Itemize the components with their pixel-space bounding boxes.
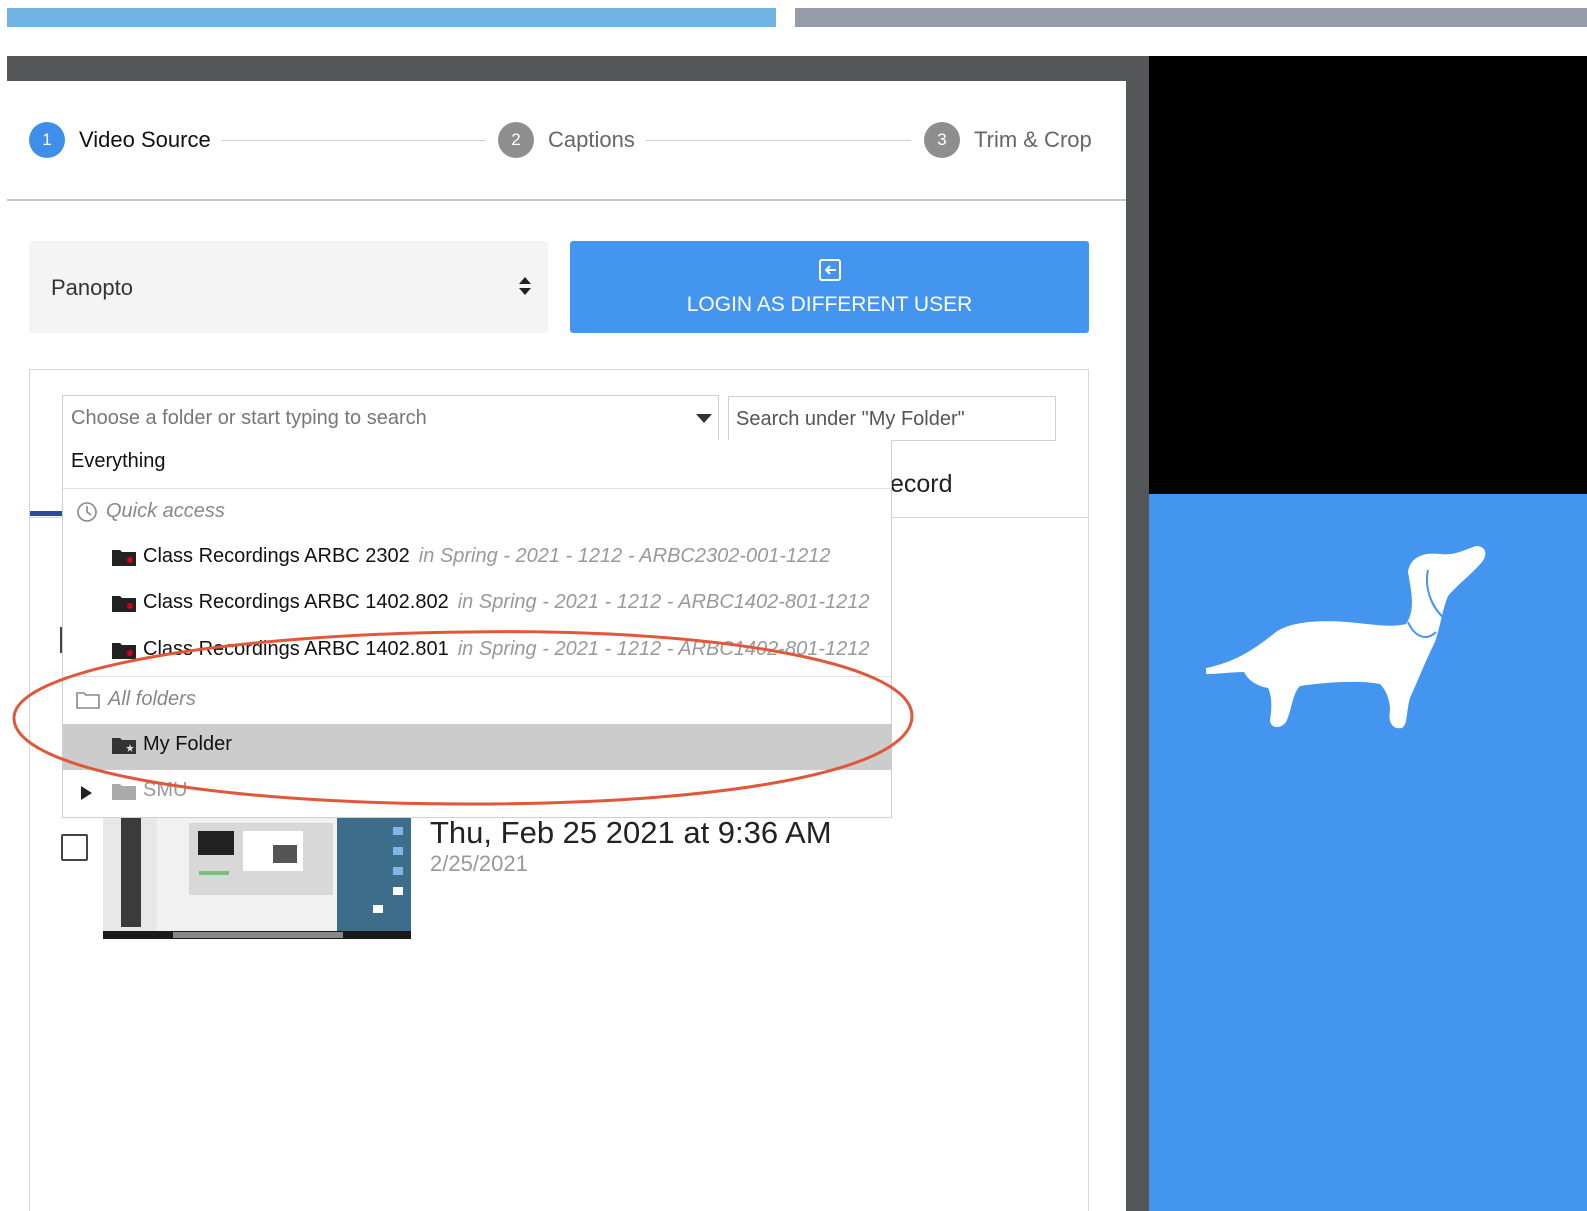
folder-icon — [112, 783, 136, 800]
option-everything[interactable]: Everything — [71, 450, 166, 473]
step-label: Video Source — [79, 127, 211, 152]
folder-dropdown: Everything Quick access Class Recordings… — [62, 440, 892, 818]
folder-path: in Spring - 2021 - 1212 - ARBC1402-801-1… — [457, 591, 870, 613]
recording-checkbox[interactable] — [61, 834, 88, 861]
clock-icon — [77, 501, 97, 522]
step-connector — [646, 140, 911, 141]
step-number: 3 — [924, 122, 960, 158]
login-button-label: LOGIN AS DIFFERENT USER — [686, 293, 973, 316]
my-folder-icon — [112, 737, 136, 754]
folder-name: Class Recordings ARBC 1402.802 — [143, 591, 449, 613]
stepper: 1 Video Source 2 Captions 3 Trim & Crop — [7, 81, 1126, 201]
recording-title[interactable]: Thu, Feb 25 2021 at 9:36 AM — [430, 815, 832, 851]
quick-item-arbc-1402-801[interactable]: Class Recordings ARBC 1402.801 in Spring… — [111, 638, 869, 661]
recording-folder-icon — [112, 642, 136, 659]
top-progress-bar-right — [795, 8, 1587, 27]
step-connector — [221, 140, 486, 141]
dachshund-logo-icon — [1206, 546, 1486, 729]
step-number: 2 — [498, 122, 534, 158]
folder-search-combo[interactable]: Choose a folder or start typing to searc… — [62, 395, 719, 441]
thumbnail-image — [103, 817, 411, 939]
quick-access-header: Quick access — [76, 500, 225, 523]
divider — [63, 676, 891, 677]
login-different-user-button[interactable]: LOGIN AS DIFFERENT USER — [570, 241, 1089, 333]
video-source-value: Panopto — [51, 275, 133, 300]
folder-path: in Spring - 2021 - 1212 - ARBC1402-801-1… — [457, 638, 870, 660]
folder-item-my-folder[interactable]: My Folder — [111, 733, 232, 756]
search-placeholder: Search under "My Folder" — [736, 408, 965, 430]
recording-folder-icon — [112, 549, 136, 566]
folder-name: My Folder — [143, 733, 232, 755]
search-input[interactable]: Search under "My Folder" — [728, 396, 1056, 441]
quick-item-arbc-1402-802[interactable]: Class Recordings ARBC 1402.802 in Spring… — [111, 591, 869, 614]
step-trim-crop[interactable]: 3 Trim & Crop — [924, 122, 1092, 158]
folder-item-smu[interactable]: SMU — [111, 779, 187, 802]
divider — [63, 488, 891, 489]
active-tab-indicator — [30, 511, 64, 516]
caret-down-icon[interactable] — [696, 414, 712, 423]
folder-combo-placeholder: Choose a folder or start typing to searc… — [71, 407, 427, 429]
video-source-select[interactable]: Panopto — [29, 241, 548, 333]
recording-thumbnail[interactable] — [103, 817, 411, 939]
recording-date: 2/25/2021 — [430, 851, 528, 876]
recording-folder-icon — [112, 595, 136, 612]
step-label: Captions — [548, 127, 635, 152]
login-icon — [819, 259, 841, 281]
all-folders-header: All folders — [76, 688, 196, 711]
preview-area-black — [1149, 56, 1587, 494]
step-captions[interactable]: 2 Captions — [498, 122, 635, 158]
step-video-source[interactable]: 1 Video Source — [29, 122, 211, 158]
expand-arrow-icon[interactable] — [81, 786, 92, 800]
top-progress-bar-left — [7, 8, 776, 27]
folder-name: SMU — [143, 779, 188, 801]
select-arrows-icon — [519, 277, 531, 295]
folder-name: Class Recordings ARBC 2302 — [143, 545, 410, 567]
step-number: 1 — [29, 122, 65, 158]
all-folders-label: All folders — [108, 688, 196, 710]
folder-path: in Spring - 2021 - 1212 - ARBC2302-001-1… — [418, 545, 831, 567]
tab-record[interactable]: ecord — [890, 470, 953, 499]
folder-name: Class Recordings ARBC 1402.801 — [143, 638, 449, 660]
quick-item-arbc-2302[interactable]: Class Recordings ARBC 2302 in Spring - 2… — [111, 545, 831, 568]
folder-outline-icon — [76, 691, 100, 709]
quick-access-label: Quick access — [106, 500, 225, 522]
step-label: Trim & Crop — [974, 127, 1092, 152]
